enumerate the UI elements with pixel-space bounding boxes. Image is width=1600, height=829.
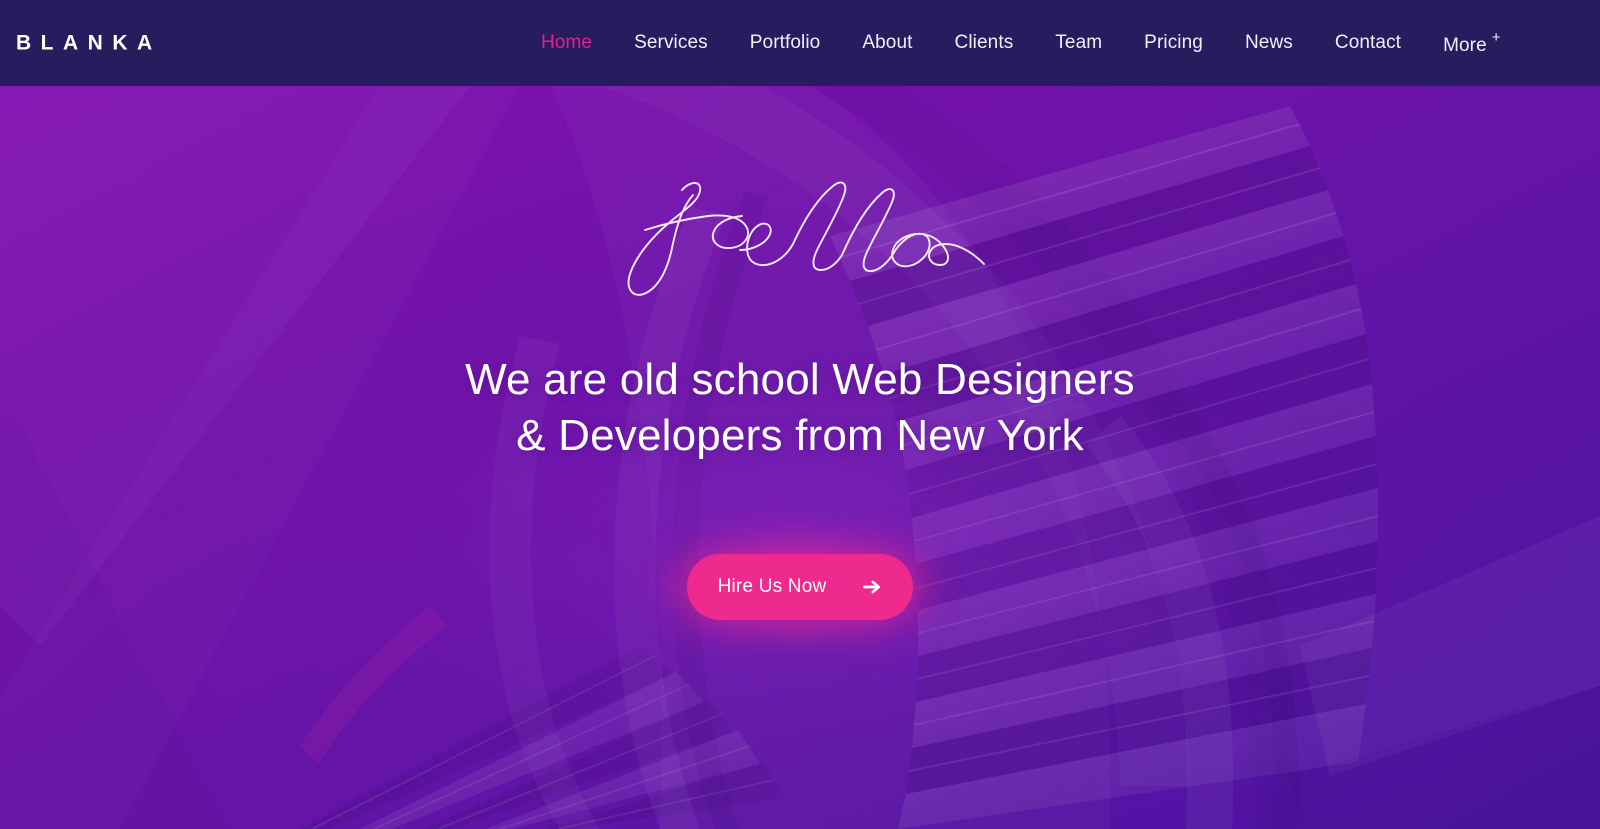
nav-item-label: News [1244, 32, 1293, 53]
nav-item-services[interactable]: Services [613, 32, 729, 53]
nav-item-label: More [1443, 35, 1487, 57]
nav-list-item: Pricing [1123, 0, 1224, 86]
nav-item-more[interactable]: More + [1422, 29, 1522, 57]
nav-item-label: Portfolio [749, 32, 821, 53]
headline-line-2: & Developers from New York [516, 411, 1084, 460]
top-navbar: BLANKA Home Services Portfolio About Clients… [0, 0, 1600, 86]
nav-list-item: Home [520, 0, 613, 86]
nav-item-team[interactable]: Team [1034, 32, 1123, 53]
nav-item-contact[interactable]: Contact [1314, 32, 1422, 53]
nav-list-item: About [841, 0, 933, 86]
nav-list-item: News [1224, 0, 1314, 86]
nav-item-label: Services [634, 32, 708, 53]
nav-item-pricing[interactable]: Pricing [1123, 32, 1224, 53]
brand-logo[interactable]: BLANKA [16, 33, 162, 54]
nav-item-about[interactable]: About [841, 32, 933, 53]
landing-page: BLANKA Home Services Portfolio About Clients… [0, 0, 1600, 829]
nav-list-item: Team [1034, 0, 1123, 86]
hero-section: Hello [0, 86, 1600, 829]
nav-item-clients[interactable]: Clients [934, 32, 1035, 53]
nav-item-label: Team [1055, 32, 1103, 53]
nav-list-item: Portfolio [729, 0, 842, 86]
nav-list-item: Clients [934, 0, 1035, 86]
nav-item-label: Home [541, 32, 593, 53]
nav-item-label: Contact [1334, 32, 1402, 53]
nav-item-label: Pricing [1144, 32, 1203, 53]
nav-item-label: About [862, 32, 913, 53]
hero-script-wordmark: Hello [590, 164, 1010, 314]
nav-list-item: More + [1422, 0, 1522, 89]
cta-wrapper: Hire Us Now [650, 529, 950, 645]
nav-item-label: Clients [954, 32, 1014, 53]
main-nav-list: Home Services Portfolio About Clients Team Pri… [520, 0, 1522, 86]
nav-item-portfolio[interactable]: Portfolio [729, 32, 842, 53]
arrow-right-icon [862, 577, 882, 597]
nav-list-item: Contact [1314, 0, 1422, 86]
nav-item-news[interactable]: News [1224, 32, 1314, 53]
nav-list-item: Services [613, 0, 729, 86]
cta-label: Hire Us Now [717, 576, 827, 597]
hero-headline: We are old school Web Designers & Develo… [465, 352, 1135, 464]
headline-line-1: We are old school Web Designers [465, 355, 1135, 404]
hire-us-now-button[interactable]: Hire Us Now [687, 554, 913, 620]
hello-script-icon: Hello [627, 181, 985, 296]
hero-content: Hello [0, 86, 1600, 829]
nav-item-home[interactable]: Home [520, 32, 613, 53]
plus-icon: + [1491, 28, 1501, 46]
